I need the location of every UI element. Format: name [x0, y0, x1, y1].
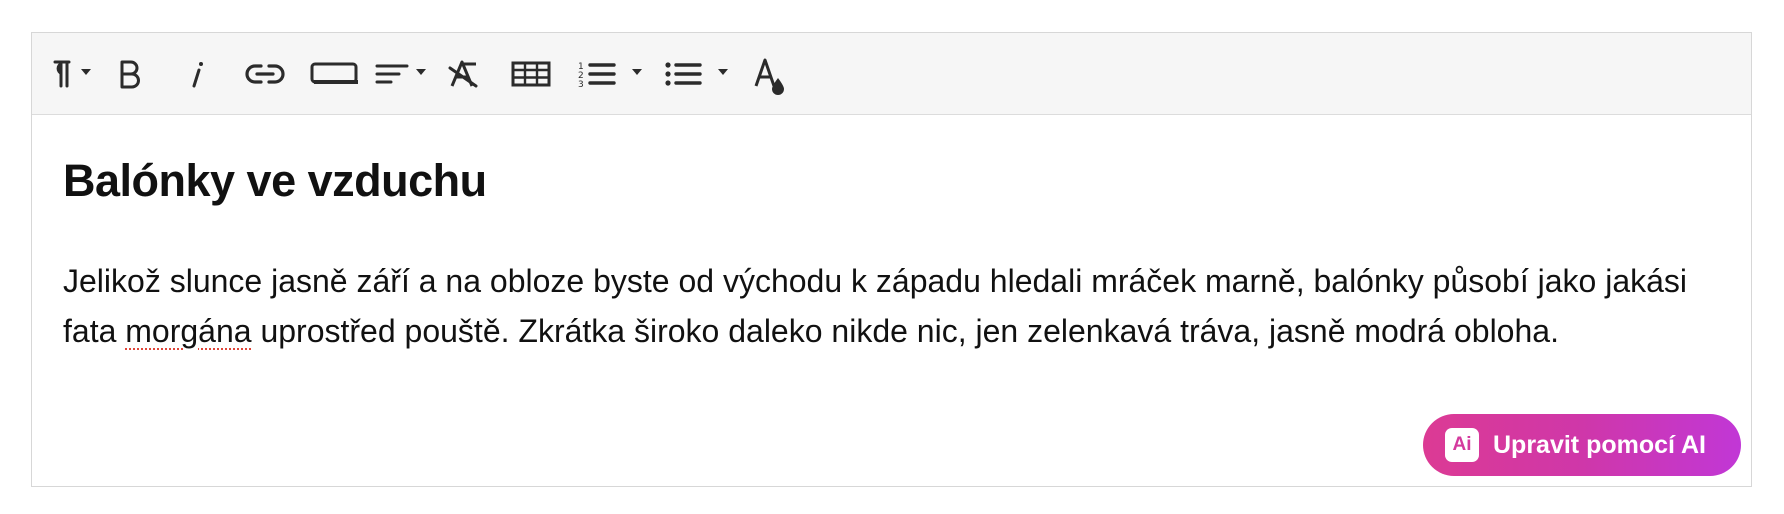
align-icon: [371, 54, 433, 94]
bold-button[interactable]: [110, 47, 150, 101]
document-heading: Balónky ve vzduchu: [63, 155, 487, 206]
insert-button-button[interactable]: [304, 47, 364, 101]
align-button[interactable]: [370, 47, 434, 101]
button-icon: [307, 54, 361, 94]
ai-icon: Ai: [1445, 428, 1479, 462]
ai-button-label: Upravit pomocí AI: [1493, 430, 1706, 459]
link-button[interactable]: [240, 47, 290, 101]
text-color-icon: [750, 52, 790, 96]
bullet-list-button[interactable]: [660, 47, 736, 101]
table-icon: [509, 54, 553, 94]
link-icon: [243, 54, 287, 94]
clear-format-button[interactable]: [444, 47, 484, 101]
table-button[interactable]: [506, 47, 556, 101]
svg-text:3: 3: [578, 80, 584, 90]
bullet-list-icon: [660, 54, 736, 94]
paragraph-format-icon: [41, 54, 97, 94]
editor-toolbar: 1 2 3: [32, 33, 1751, 115]
rich-text-editor: 1 2 3 Balónky ve vzduchu Jelikož slunce …: [31, 32, 1752, 487]
paragraph-text-end: uprostřed pouště. Zkrátka široko daleko …: [251, 313, 1559, 349]
numbered-list-button[interactable]: 1 2 3: [574, 47, 650, 101]
edit-with-ai-button[interactable]: Ai Upravit pomocí AI: [1423, 414, 1741, 476]
clear-format-icon: [446, 54, 482, 94]
paragraph-format-button[interactable]: [40, 47, 98, 101]
document-paragraph: Jelikož slunce jasně září a na obloze by…: [63, 256, 1703, 356]
italic-icon: [183, 54, 213, 94]
misspelled-word[interactable]: morgána: [125, 313, 251, 349]
editor-content[interactable]: Balónky ve vzduchu Jelikož slunce jasně …: [32, 115, 1751, 486]
numbered-list-icon: 1 2 3: [574, 54, 650, 94]
bold-icon: [115, 54, 145, 94]
text-color-button[interactable]: [748, 47, 792, 101]
italic-button[interactable]: [178, 47, 218, 101]
